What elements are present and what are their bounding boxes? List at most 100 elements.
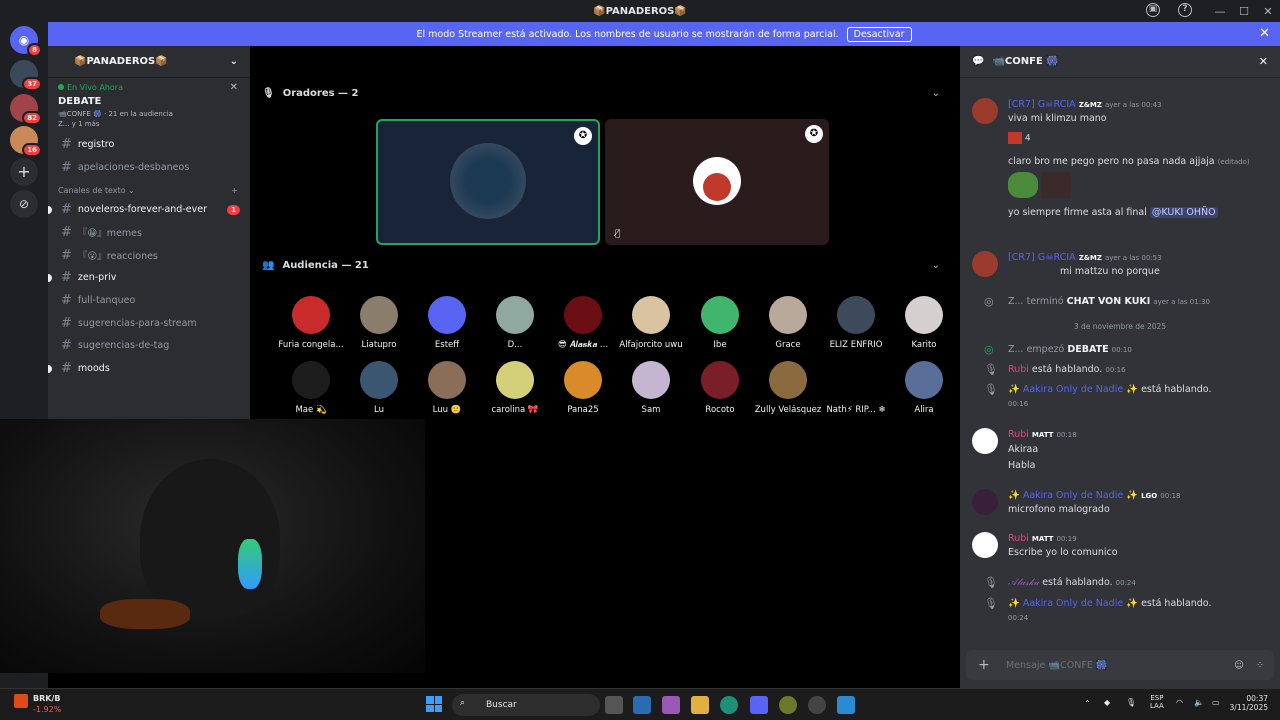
category-text-channels[interactable]: Canales de texto ⌄ +	[48, 178, 250, 198]
user-tag: MATT	[1031, 431, 1054, 439]
maximize-button[interactable]: ☐	[1232, 5, 1256, 18]
channel-reacciones[interactable]: # 『😮』reacciones	[48, 244, 250, 267]
streamer-silhouette	[140, 459, 280, 619]
channel-sugerencias-stream[interactable]: # sugerencias-para-stream	[48, 312, 250, 335]
clock[interactable]: 00:37 3/11/2025	[1230, 694, 1268, 712]
speaker-tile[interactable]: ✪ 🎙̸	[605, 119, 829, 245]
audience-member[interactable]: Grace	[754, 296, 822, 350]
username[interactable]: [CR7] G☠RCIA	[1008, 99, 1076, 110]
audience-member[interactable]: Zully Velásquez	[754, 361, 822, 415]
username[interactable]: ✨ Aakira Only de Nadie ✨	[1008, 490, 1138, 501]
language-indicator[interactable]: ESP LAA	[1150, 694, 1164, 710]
chevron-down-icon[interactable]: ⌄	[932, 260, 940, 271]
channel-zen-priv[interactable]: # zen-priv	[48, 266, 250, 289]
avatar	[972, 489, 998, 515]
username[interactable]: Rubi	[1008, 429, 1029, 440]
audience-member[interactable]: Furia congela...	[277, 296, 345, 350]
channel-moods[interactable]: # moods	[48, 357, 250, 380]
audience-icon: 👥	[262, 260, 275, 271]
add-attachment-icon[interactable]: +	[978, 657, 990, 673]
username[interactable]: 𝒜𝓁𝒶𝓈𝓀𝒶	[1008, 577, 1039, 588]
help-icon[interactable]: ?	[1178, 3, 1192, 17]
server-header[interactable]: 📦PANADEROS📦 ⌄	[48, 46, 250, 78]
audience-member[interactable]: Rocoto	[686, 361, 754, 415]
add-channel-icon[interactable]: +	[231, 186, 238, 195]
store-icon[interactable]	[633, 696, 651, 714]
audience-member[interactable]: D...	[481, 296, 549, 350]
server-icon[interactable]: 37	[10, 60, 42, 91]
tray-chevron-icon[interactable]: ⌃	[1084, 699, 1091, 708]
battery-icon[interactable]: ▭	[1212, 698, 1220, 707]
apps-icon[interactable]: ⁘	[1256, 660, 1264, 671]
username[interactable]: Rubi	[1008, 364, 1029, 375]
stock-icon	[14, 694, 28, 708]
app-icon[interactable]	[837, 696, 855, 714]
user-tag: LGO	[1141, 492, 1158, 500]
message-input[interactable]: + Mensaje 📹CONFE 🎆 ☺ ⁘	[966, 650, 1274, 680]
close-banner-icon[interactable]: ✕	[1259, 26, 1270, 41]
audience-member[interactable]: Esteff	[413, 296, 481, 350]
mic-icon: 🎙	[984, 363, 998, 376]
channel-full-tanqueo[interactable]: # full-tanqueo	[48, 289, 250, 312]
taskbar-search[interactable]: ⌕ Buscar	[452, 694, 600, 716]
chevron-down-icon[interactable]: ⌄	[230, 56, 238, 67]
close-chat-icon[interactable]: ✕	[1259, 55, 1268, 68]
wifi-icon[interactable]: ◠	[1176, 698, 1183, 707]
channel-registro[interactable]: # registro	[48, 133, 250, 156]
username[interactable]: [CR7] G☠RCIA	[1008, 252, 1076, 263]
app-icon[interactable]	[779, 696, 797, 714]
channel-apelaciones[interactable]: # apelaciones-desbaneos	[48, 156, 250, 179]
audience-member[interactable]: Nath⚡︎ RIP... ❄	[822, 361, 890, 415]
close-window-button[interactable]: ✕	[1256, 5, 1280, 18]
discord-taskbar-icon[interactable]	[750, 696, 768, 714]
audience-member[interactable]: 😎 𝑨𝒍𝒂𝒔𝒌𝒂 ...	[549, 296, 617, 350]
copilot-icon[interactable]	[662, 696, 680, 714]
emoji-icon[interactable]: ☺	[1234, 660, 1244, 671]
task-view-icon[interactable]	[605, 696, 623, 714]
speaker-icon[interactable]: 🔈	[1194, 698, 1204, 707]
channel-memes[interactable]: # 『😁』memes	[48, 221, 250, 244]
discover-icon[interactable]: ⊘	[10, 190, 38, 218]
username[interactable]: Rubi	[1008, 533, 1029, 544]
avatar	[905, 361, 943, 399]
app-icon[interactable]	[808, 696, 826, 714]
stock-name[interactable]: BRK/B	[33, 694, 60, 703]
audience-member[interactable]: Luu 🙂	[413, 361, 481, 415]
server-icon[interactable]: 82	[10, 94, 42, 125]
deactivate-button[interactable]: Desactivar	[846, 26, 912, 42]
chevron-down-icon[interactable]: ⌄	[932, 88, 940, 99]
audience-member[interactable]: Karito	[890, 296, 958, 350]
file-explorer-icon[interactable]	[691, 696, 709, 714]
mention[interactable]: @KUKI OHÑO	[1149, 207, 1218, 218]
minimize-button[interactable]: —	[1208, 5, 1232, 18]
audience-member[interactable]: Alfajorcito uwu	[617, 296, 685, 350]
audience-member[interactable]: Pana25	[549, 361, 617, 415]
edge-icon[interactable]	[720, 696, 738, 714]
channel-noveleros[interactable]: # noveleros-forever-and-ever 1	[48, 198, 250, 221]
server-icon[interactable]: 16	[10, 126, 42, 157]
audience-member[interactable]: Alira	[890, 361, 958, 415]
discord-home-icon[interactable]: ◉ 8	[10, 26, 42, 57]
inbox-icon[interactable]: ▣	[1146, 3, 1160, 17]
speaker-tile[interactable]: ✪	[376, 119, 600, 245]
live-now-panel[interactable]: En Vivo Ahora ✕ DEBATE 📹CONFE 🎆 · 21 en …	[48, 78, 250, 133]
close-icon[interactable]: ✕	[230, 82, 238, 93]
channel-sugerencias-tag[interactable]: # sugerencias-de-tag	[48, 335, 250, 358]
timestamp: ayer a las 01:30	[1153, 298, 1210, 306]
windows-start-icon[interactable]	[426, 696, 442, 712]
channel-name: full-tanqueo	[77, 294, 136, 306]
audience-member[interactable]: Sam	[617, 361, 685, 415]
add-server-icon[interactable]: +	[10, 158, 38, 186]
mic-tray-icon[interactable]: 🎙	[1126, 698, 1136, 707]
audience-member[interactable]: carolina 🎀	[481, 361, 549, 415]
username[interactable]: ✨ Aakira Only de Nadie ✨	[1008, 598, 1138, 609]
audience-member[interactable]: Mae 💫	[277, 361, 345, 415]
audience-member[interactable]: ELIZ ENFRIO	[822, 296, 890, 350]
reaction[interactable]: 4	[1008, 132, 1031, 144]
audience-member[interactable]: Ibe	[686, 296, 754, 350]
audience-member[interactable]: Liatupro	[345, 296, 413, 350]
audience-member[interactable]: Lu	[345, 361, 413, 415]
username[interactable]: ✨ Aakira Only de Nadie ✨	[1008, 384, 1138, 395]
hash-icon: #	[61, 292, 72, 308]
network-tray-icon[interactable]: ◆	[1104, 698, 1110, 707]
